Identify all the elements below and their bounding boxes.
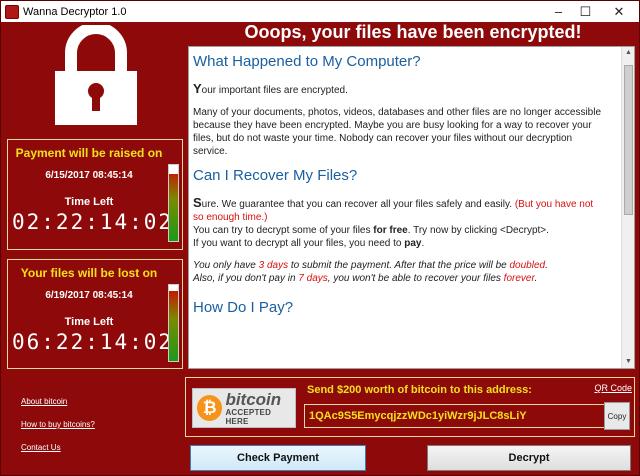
timer-date: 6/15/2017 08:45:14 — [45, 170, 133, 181]
section-heading: What Happened to My Computer? — [193, 53, 421, 70]
scroll-down-icon[interactable]: ▼ — [622, 356, 634, 368]
countdown: 06:22:14:02 — [12, 330, 174, 354]
time-left-label: Time Left — [64, 196, 114, 208]
about-bitcoin-link[interactable]: About bitcoin — [21, 397, 95, 420]
decrypt-button[interactable]: Decrypt — [427, 445, 631, 471]
paragraph: Many of your documents, photos, videos, … — [193, 107, 602, 157]
bitcoin-icon: ₿ — [197, 395, 223, 421]
paragraph: Sure. We guarantee that you can recover … — [193, 195, 594, 223]
paragraph: You can try to decrypt some of your file… — [193, 225, 549, 249]
scroll-up-icon[interactable]: ▲ — [622, 47, 634, 59]
timer-heading: Payment will be raised on — [15, 146, 163, 160]
files-lost-timer: Your files will be lost on 6/19/2017 08:… — [7, 259, 183, 369]
badge-title: bitcoin — [225, 389, 282, 409]
bar-cover — [169, 285, 178, 292]
close-icon[interactable]: ✕ — [599, 2, 639, 22]
time-left-label: Time Left — [64, 316, 114, 328]
help-links: About bitcoin How to buy bitcoins? Conta… — [21, 397, 95, 466]
badge-subtitle: ACCEPTED HERE — [225, 407, 272, 426]
window-title: Wanna Decryptor 1.0 — [23, 5, 127, 18]
paragraph: You only have 3 days to submit the payme… — [193, 260, 548, 284]
page-title: Ooops, your files have been encrypted! — [244, 22, 582, 42]
message-panel[interactable]: What Happened to My Computer? Your impor… — [188, 46, 635, 369]
bar-cover — [169, 165, 178, 175]
timer-date: 6/19/2017 08:45:14 — [45, 290, 133, 301]
bitcoin-badge: ₿ bitcoin ACCEPTED HERE — [192, 388, 296, 428]
padlock-icon — [41, 22, 151, 125]
app-icon — [5, 4, 19, 19]
bitcoin-address-field[interactable]: 1QAc9S5EmycqjzzWDc1yiWzr9jJLC8sLiY — [304, 404, 606, 428]
qr-code-link[interactable]: QR Code — [594, 383, 632, 393]
payment-raise-timer: Payment will be raised on 6/15/2017 08:4… — [7, 139, 183, 250]
ransom-window: Wanna Decryptor 1.0 – ☐ ✕ Ooops, your fi… — [0, 0, 640, 476]
minimize-icon[interactable]: – — [545, 2, 572, 22]
section-heading: How Do I Pay? — [193, 299, 294, 316]
scroll-thumb[interactable] — [624, 65, 633, 215]
check-payment-button[interactable]: Check Payment — [190, 445, 366, 471]
scrollbar[interactable]: ▲ ▼ — [621, 47, 634, 368]
time-remaining-bar — [168, 284, 179, 362]
title-bar: Wanna Decryptor 1.0 – ☐ ✕ — [1, 1, 639, 22]
timer-heading: Your files will be lost on — [20, 266, 158, 280]
section-heading: Can I Recover My Files? — [193, 167, 358, 184]
how-to-buy-link[interactable]: How to buy bitcoins? — [21, 420, 95, 443]
payment-panel: ₿ bitcoin ACCEPTED HERE Send $200 worth … — [185, 377, 635, 437]
contact-us-link[interactable]: Contact Us — [21, 443, 95, 466]
paragraph: Your important files are encrypted. — [193, 81, 348, 96]
send-instruction: Send $200 worth of bitcoin to this addre… — [307, 384, 532, 396]
copy-button[interactable]: Copy — [604, 402, 630, 430]
maximize-icon[interactable]: ☐ — [572, 2, 599, 22]
countdown: 02:22:14:02 — [12, 210, 174, 234]
time-remaining-bar — [168, 164, 179, 242]
